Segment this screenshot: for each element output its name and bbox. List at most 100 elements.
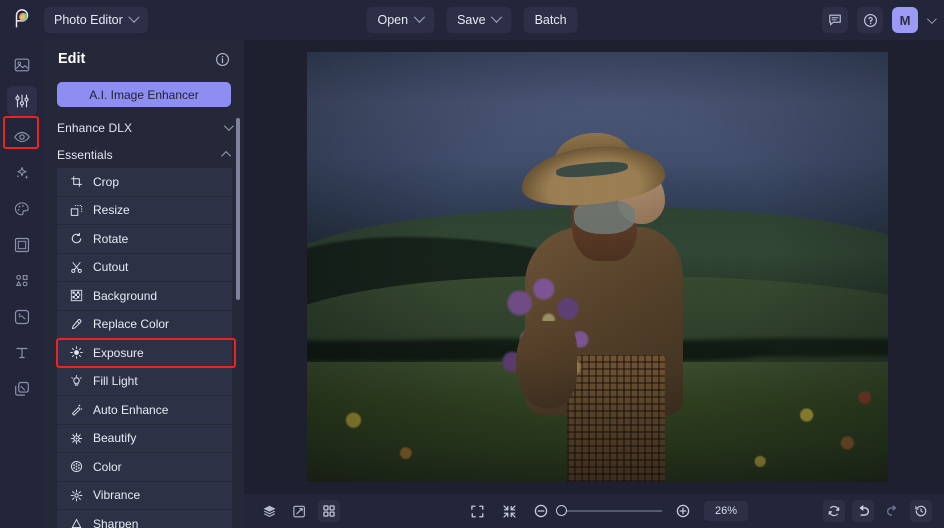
section-enhance-dlx[interactable]: Enhance DLX xyxy=(44,114,244,141)
avatar[interactable]: M xyxy=(892,7,918,33)
actual-size-button[interactable] xyxy=(498,500,520,522)
chevron-down-icon xyxy=(128,11,140,23)
resize-icon xyxy=(69,203,83,217)
list-item-label: Replace Color xyxy=(93,317,170,332)
top-right-tools: M xyxy=(822,7,937,33)
redo-button[interactable] xyxy=(881,500,903,522)
shapes-icon xyxy=(16,274,28,287)
list-item-label: Resize xyxy=(93,203,130,218)
refresh-button[interactable] xyxy=(823,500,845,522)
top-toolbar: Photo Editor Open Save Batch M xyxy=(0,0,944,40)
panel-header: Edit xyxy=(44,40,244,78)
app-menu-label: Photo Editor xyxy=(54,13,123,27)
grid-icon xyxy=(323,505,335,517)
avatar-initial: M xyxy=(899,12,911,28)
list-item-fill-light[interactable]: Fill Light xyxy=(57,367,232,396)
list-item-label: Sharpen xyxy=(93,516,139,528)
frame-icon xyxy=(14,237,30,253)
list-item-color[interactable]: Color xyxy=(57,453,232,482)
list-item-label: Beautify xyxy=(93,431,137,446)
chevron-down-icon xyxy=(413,11,425,23)
zoom-slider-handle[interactable] xyxy=(556,505,567,517)
rail-item-retouch[interactable] xyxy=(7,122,37,152)
chevron-down-icon xyxy=(490,11,503,23)
app-logo[interactable] xyxy=(0,0,44,40)
zoom-in-icon xyxy=(676,504,690,518)
panel-scrollbar[interactable] xyxy=(236,118,240,300)
rail-item-shapes[interactable] xyxy=(7,266,37,296)
layers-button[interactable] xyxy=(258,500,280,522)
edit-panel: Edit A.I. Image Enhancer Enhance DLX Ess… xyxy=(44,40,244,528)
history-button[interactable] xyxy=(910,500,932,522)
rotate-icon xyxy=(69,232,83,246)
bottom-right-tools xyxy=(823,500,932,522)
photo-vignette xyxy=(307,52,888,482)
zoom-controls: 26% xyxy=(466,500,748,522)
chevron-down-icon[interactable] xyxy=(926,13,937,24)
rail-item-sticker[interactable] xyxy=(7,302,37,332)
refresh-icon xyxy=(828,505,840,517)
canvas-area[interactable] xyxy=(244,40,944,494)
zoom-in-button[interactable] xyxy=(672,500,694,522)
photo-editor-app: Photo Editor Open Save Batch M Edit A.I.… xyxy=(0,0,944,528)
rail-item-layers[interactable] xyxy=(7,374,37,404)
list-item-label: Rotate xyxy=(93,231,129,246)
rail-item-color[interactable] xyxy=(7,194,37,224)
open-button[interactable]: Open xyxy=(366,7,435,33)
list-item-label: Background xyxy=(93,288,158,303)
chevron-up-icon xyxy=(221,150,232,161)
zoom-level-label: 26% xyxy=(714,505,738,517)
app-menu-button[interactable]: Photo Editor xyxy=(44,7,148,33)
sliders-icon xyxy=(15,94,29,108)
list-item-label: Color xyxy=(93,459,122,474)
help-button[interactable] xyxy=(857,7,883,33)
list-item-resize[interactable]: Resize xyxy=(57,196,232,225)
undo-icon xyxy=(859,504,869,516)
ai-image-enhancer-button[interactable]: A.I. Image Enhancer xyxy=(57,82,231,107)
zoom-out-button[interactable] xyxy=(530,500,552,522)
undo-button[interactable] xyxy=(852,500,874,522)
sticker-icon xyxy=(14,309,30,325)
exposure-highlight-box xyxy=(56,338,236,368)
info-circle-icon[interactable] xyxy=(215,52,230,67)
list-item-rotate[interactable]: Rotate xyxy=(57,225,232,254)
batch-button[interactable]: Batch xyxy=(523,7,578,33)
image-icon xyxy=(14,58,30,72)
zoom-level-value[interactable]: 26% xyxy=(704,501,748,521)
list-item-exposure[interactable]: Exposure xyxy=(56,338,236,368)
ai-image-enhancer-label: A.I. Image Enhancer xyxy=(89,87,199,102)
bulb-icon xyxy=(69,374,83,388)
center-toolbar: Open Save Batch xyxy=(366,7,578,33)
list-item-auto-enhance[interactable]: Auto Enhance xyxy=(57,396,232,425)
rail-item-frame[interactable] xyxy=(7,230,37,260)
list-item-vibrance[interactable]: Vibrance xyxy=(57,481,232,510)
list-item-cutout[interactable]: Cutout xyxy=(57,253,232,282)
list-item-crop[interactable]: Crop xyxy=(57,168,232,197)
list-item-replace-color[interactable]: Replace Color xyxy=(57,310,232,339)
list-item-beautify[interactable]: Beautify xyxy=(57,424,232,453)
photo-preview xyxy=(307,52,888,482)
list-item-label: Cutout xyxy=(93,260,129,275)
sun-icon xyxy=(69,488,83,502)
feedback-button[interactable] xyxy=(822,7,848,33)
color-wheel-logo-icon xyxy=(15,9,29,28)
checker-icon xyxy=(69,289,83,303)
section-essentials[interactable]: Essentials xyxy=(44,141,244,168)
rail-item-adjust[interactable] xyxy=(7,86,37,116)
list-item-sharpen[interactable]: Sharpen xyxy=(57,510,232,528)
save-button[interactable]: Save xyxy=(446,7,512,33)
compare-button[interactable] xyxy=(288,500,310,522)
section-enhance-dlx-label: Enhance DLX xyxy=(57,120,133,135)
rail-item-effects[interactable] xyxy=(7,158,37,188)
list-item-background[interactable]: Background xyxy=(57,282,232,311)
batch-label: Batch xyxy=(534,13,567,27)
zoom-slider[interactable] xyxy=(556,505,662,517)
grid-button[interactable] xyxy=(318,500,340,522)
compare-split-icon xyxy=(292,505,305,517)
magic-wand-icon xyxy=(69,403,83,417)
essentials-list: Crop Resize Rotate Cutout Background Rep… xyxy=(44,168,244,528)
triangle-icon xyxy=(69,517,83,528)
fit-screen-button[interactable] xyxy=(466,500,488,522)
rail-item-text[interactable] xyxy=(7,338,37,368)
rail-item-image[interactable] xyxy=(7,50,37,80)
